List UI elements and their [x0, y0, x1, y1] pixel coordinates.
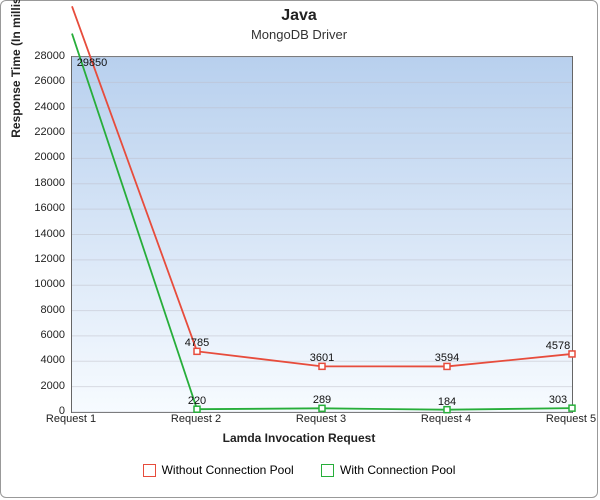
legend-label: Without Connection Pool: [162, 463, 294, 477]
y-tick-label: 18000: [25, 177, 65, 189]
data-label: 184: [438, 396, 456, 408]
y-tick-label: 26000: [25, 75, 65, 87]
data-label: 4578: [546, 340, 570, 352]
series-line: [72, 6, 572, 366]
x-tick-label: Request 1: [46, 413, 96, 425]
data-label: 3594: [435, 352, 459, 364]
y-tick-label: 24000: [25, 101, 65, 113]
data-point: [569, 405, 575, 411]
y-tick-label: 22000: [25, 126, 65, 138]
data-label: 289: [313, 394, 331, 406]
y-tick-label: 12000: [25, 253, 65, 265]
x-tick-label: Request 4: [421, 413, 471, 425]
y-tick-label: 6000: [25, 329, 65, 341]
y-tick-label: 20000: [25, 151, 65, 163]
y-tick-label: 14000: [25, 228, 65, 240]
y-tick-label: 2000: [25, 380, 65, 392]
y-tick-label: 28000: [25, 50, 65, 62]
x-tick-label: Request 2: [171, 413, 221, 425]
data-label: 3601: [310, 352, 334, 364]
legend-label: With Connection Pool: [340, 463, 455, 477]
legend-item: Without Connection Pool: [143, 463, 294, 477]
chart-title: Java: [1, 7, 597, 25]
chart-subtitle: MongoDB Driver: [1, 27, 597, 42]
legend-swatch-icon: [321, 464, 334, 477]
y-tick-label: 8000: [25, 304, 65, 316]
data-label: 303: [549, 394, 567, 406]
data-label: 29850: [77, 57, 108, 69]
chart-container: Java MongoDB Driver Response Time (In mi…: [0, 0, 598, 498]
x-axis-label: Lamda Invocation Request: [1, 431, 597, 445]
x-tick-label: Request 3: [296, 413, 346, 425]
y-tick-label: 16000: [25, 202, 65, 214]
data-label: 4785: [185, 337, 209, 349]
x-tick-label: Request 5: [546, 413, 596, 425]
legend: Without Connection Pool With Connection …: [1, 463, 597, 480]
data-label: 220: [188, 395, 206, 407]
plot-area: 4785 3601 3594 4578 29850 220 289 184 303: [71, 56, 573, 413]
y-tick-label: 4000: [25, 354, 65, 366]
legend-swatch-icon: [143, 464, 156, 477]
y-axis-label: Response Time (In milliseconds): [9, 0, 23, 138]
y-tick-label: 10000: [25, 278, 65, 290]
legend-item: With Connection Pool: [321, 463, 455, 477]
